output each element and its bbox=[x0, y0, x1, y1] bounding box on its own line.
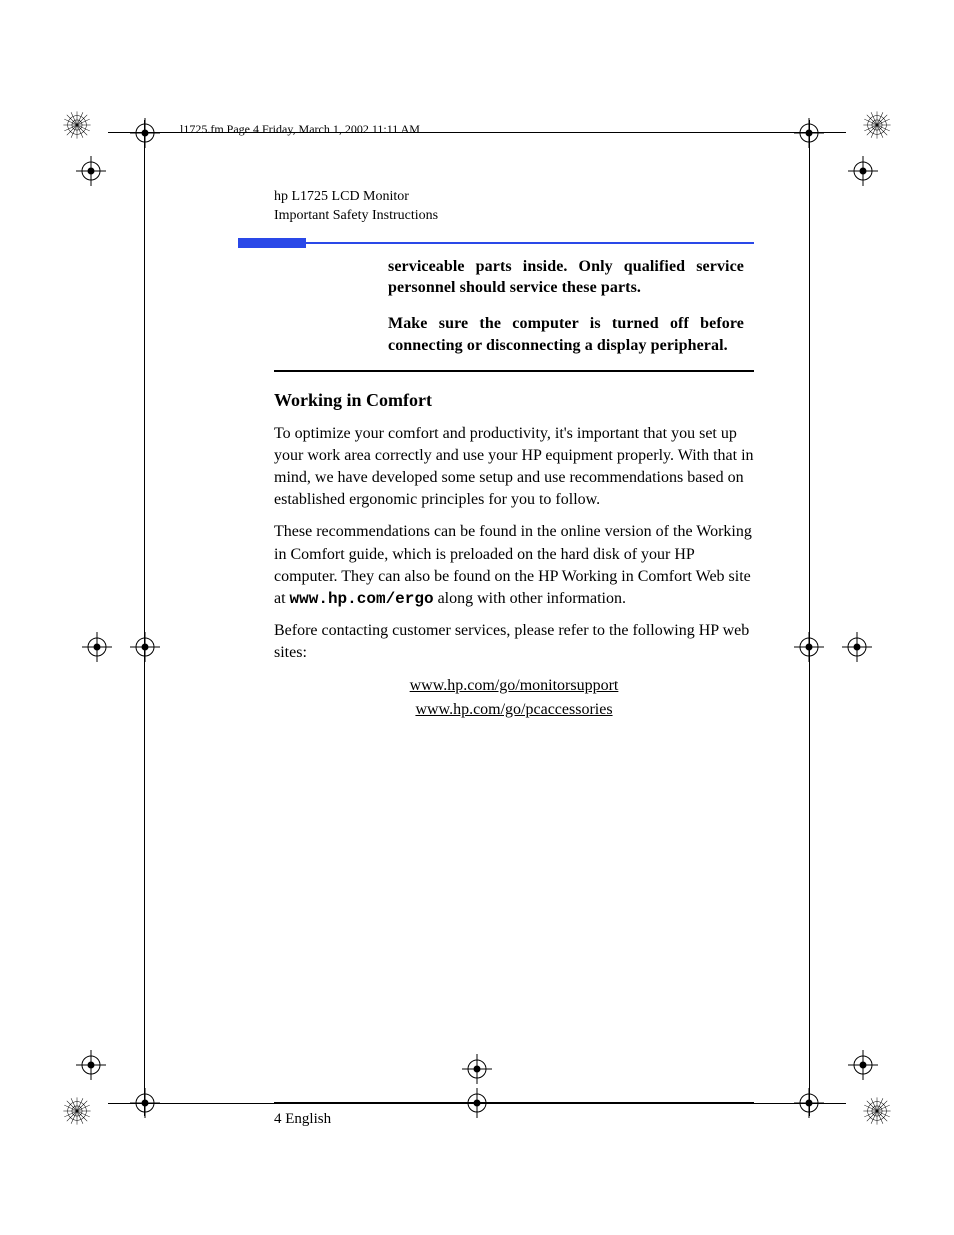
page-frame: l1725.fm Page 4 Friday, March 1, 2002 11… bbox=[60, 72, 894, 1164]
registration-mark-icon bbox=[130, 632, 160, 662]
body-paragraph-2b: along with other information. bbox=[434, 590, 626, 607]
registration-mark-icon bbox=[794, 632, 824, 662]
link-pcaccessories[interactable]: www.hp.com/go/pcaccessories bbox=[415, 701, 612, 719]
running-head-line2: Important Safety Instructions bbox=[274, 207, 754, 226]
registration-mark-icon bbox=[842, 632, 872, 662]
section-heading: Working in Comfort bbox=[274, 390, 754, 411]
file-header: l1725.fm Page 4 Friday, March 1, 2002 11… bbox=[180, 122, 420, 137]
header-rule bbox=[274, 238, 754, 248]
sunburst-icon bbox=[60, 108, 94, 142]
registration-mark-icon bbox=[848, 1050, 878, 1080]
body-paragraph-3: Before contacting customer services, ple… bbox=[274, 620, 754, 664]
running-head: hp L1725 LCD Monitor Important Safety In… bbox=[274, 188, 754, 226]
warning-text-1: serviceable parts inside. Only qualified… bbox=[388, 256, 744, 299]
footer-rule bbox=[274, 1102, 754, 1103]
registration-mark-icon bbox=[82, 632, 112, 662]
body-paragraph-2: These recommendations can be found in th… bbox=[274, 521, 754, 609]
sunburst-icon bbox=[60, 1094, 94, 1128]
running-head-line1: hp L1725 LCD Monitor bbox=[274, 188, 754, 207]
divider-rule bbox=[274, 370, 754, 372]
body-paragraph-1: To optimize your comfort and productivit… bbox=[274, 423, 754, 511]
crop-rule-right bbox=[809, 120, 810, 1116]
registration-mark-icon bbox=[848, 156, 878, 186]
blue-rule bbox=[274, 242, 754, 244]
link-monitorsupport[interactable]: www.hp.com/go/monitorsupport bbox=[410, 677, 619, 695]
registration-mark-icon bbox=[76, 1050, 106, 1080]
registration-mark-icon bbox=[76, 156, 106, 186]
registration-mark-icon bbox=[794, 1088, 824, 1118]
crop-rule-left bbox=[144, 120, 145, 1116]
ergo-url: www.hp.com/ergo bbox=[290, 590, 434, 608]
registration-mark-icon bbox=[794, 118, 824, 148]
link-list: www.hp.com/go/monitorsupport www.hp.com/… bbox=[274, 674, 754, 722]
warning-block: serviceable parts inside. Only qualified… bbox=[388, 256, 744, 356]
content-column: hp L1725 LCD Monitor Important Safety In… bbox=[274, 188, 754, 1128]
sunburst-icon bbox=[860, 108, 894, 142]
warning-text-2: Make sure the computer is turned off bef… bbox=[388, 313, 744, 356]
sunburst-icon bbox=[860, 1094, 894, 1128]
page-footer: 4 English bbox=[274, 1111, 754, 1128]
registration-mark-icon bbox=[130, 1088, 160, 1118]
registration-mark-icon bbox=[130, 118, 160, 148]
